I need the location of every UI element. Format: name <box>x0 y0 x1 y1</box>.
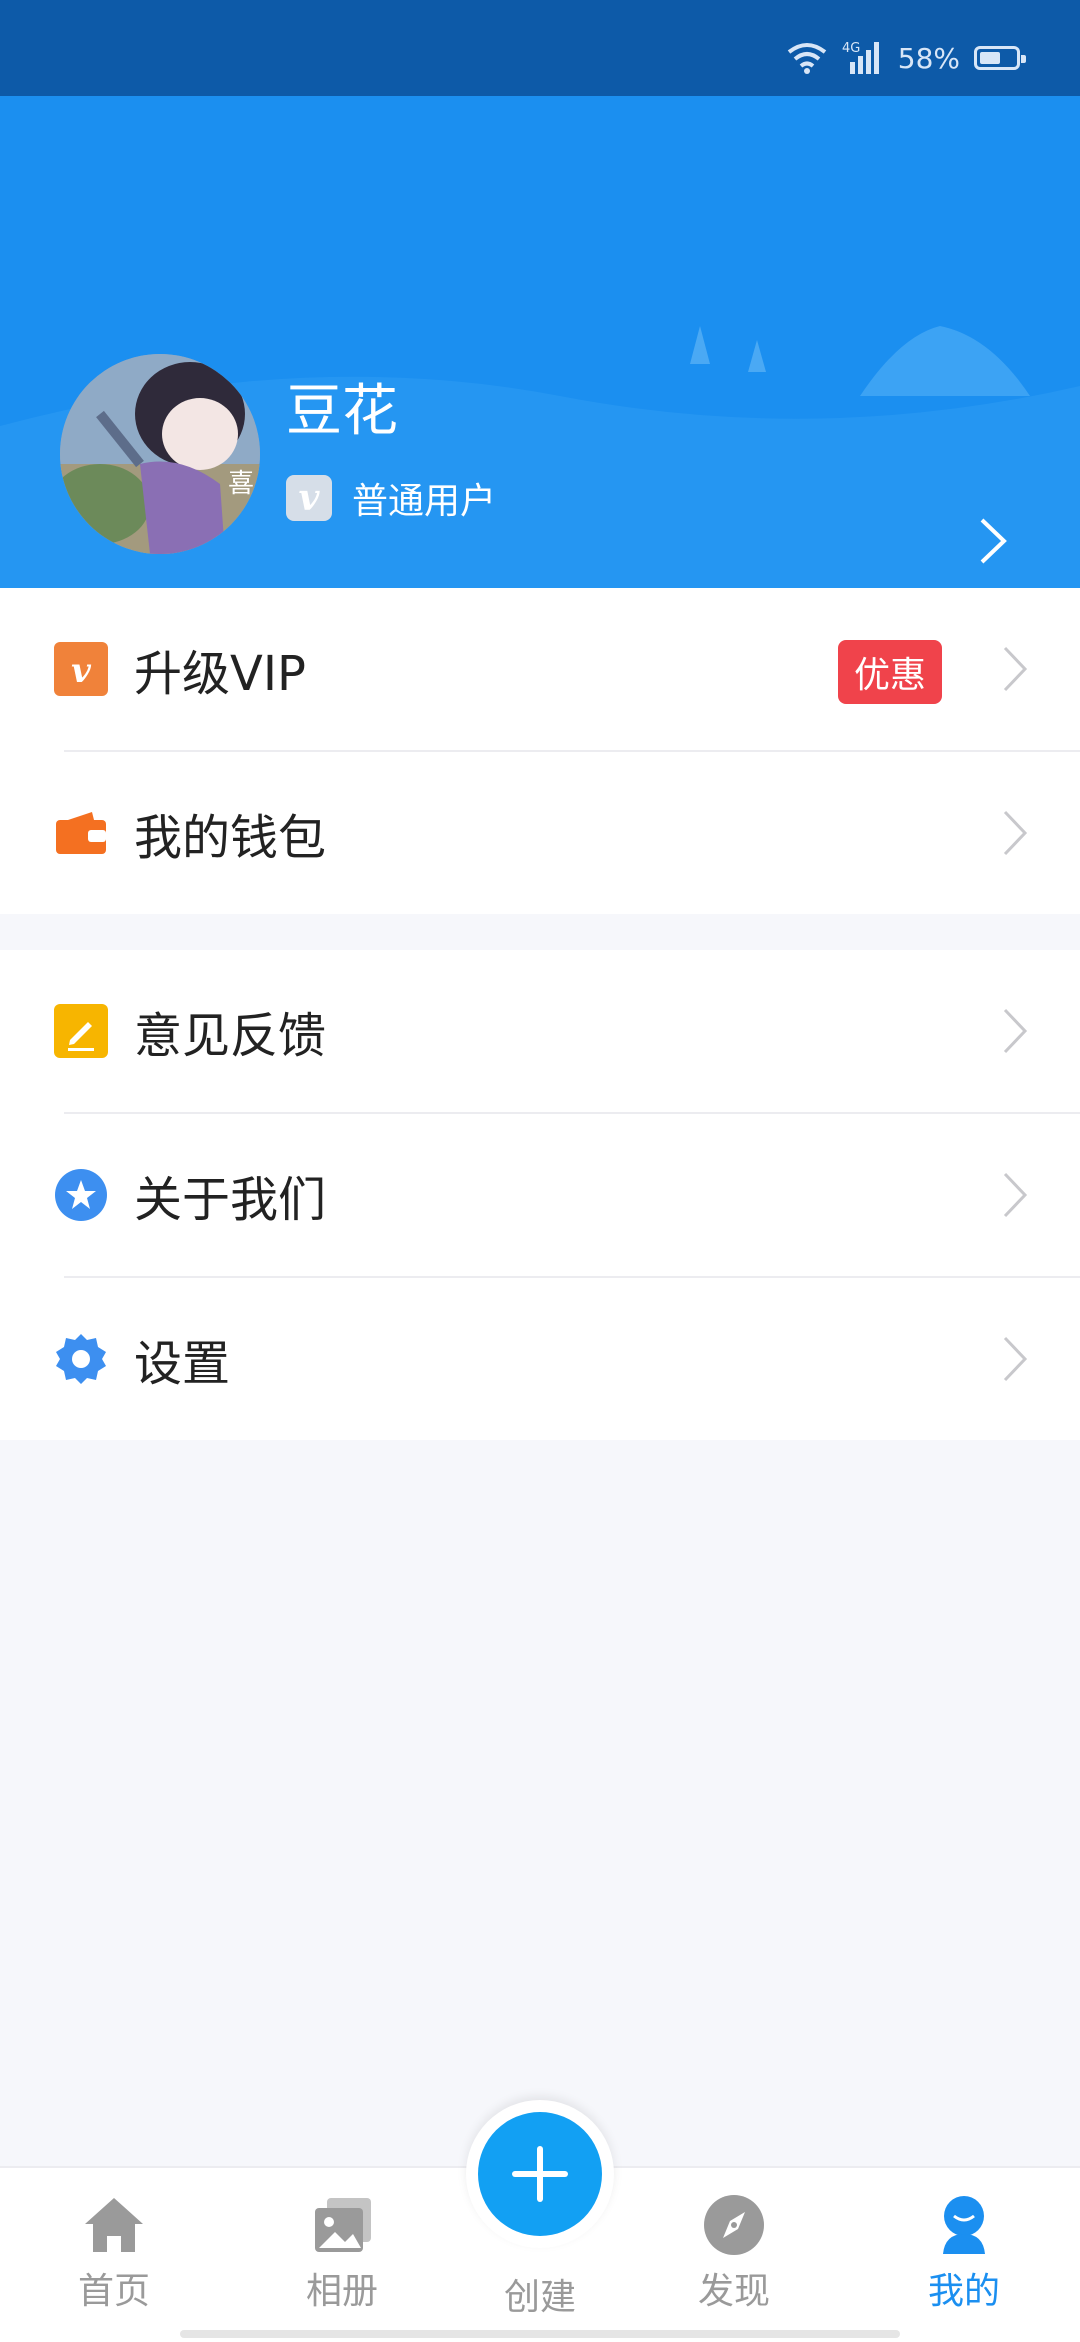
home-icon <box>85 2198 143 2252</box>
chevron-right-icon <box>1003 1172 1028 1218</box>
tab-discover[interactable]: 发现 <box>654 2192 814 2314</box>
menu-item-label: 关于我们 <box>134 1172 327 1228</box>
star-icon <box>55 1169 107 1221</box>
profile-header[interactable]: 喜 豆花 v 普通用户 <box>0 96 1080 588</box>
menu-item-label: 升级VIP <box>134 646 306 702</box>
create-button[interactable] <box>478 2112 602 2236</box>
album-icon <box>315 2198 371 2252</box>
tab-label: 发现 <box>697 2271 770 2312</box>
avatar[interactable]: 喜 <box>60 354 260 554</box>
cellular-signal-icon: 4G <box>842 41 879 74</box>
tab-label: 我的 <box>927 2271 1000 2312</box>
menu-item-label: 设置 <box>134 1336 231 1392</box>
vip-icon: v <box>54 642 108 696</box>
chevron-right-icon <box>1003 646 1028 692</box>
tab-label: 首页 <box>77 2271 150 2312</box>
menu-item-about-us[interactable]: 关于我们 <box>0 1114 1080 1276</box>
plus-icon <box>512 2146 568 2202</box>
home-indicator <box>180 2330 900 2338</box>
user-icon <box>943 2196 985 2254</box>
member-badge-icon: v <box>286 475 332 521</box>
menu-item-feedback[interactable]: 意见反馈 <box>0 950 1080 1112</box>
create-label: 创建 <box>503 2277 576 2318</box>
menu-item-settings[interactable]: 设置 <box>0 1278 1080 1440</box>
status-bar: 4G 58% <box>0 0 1080 96</box>
chevron-right-icon[interactable] <box>978 516 1008 566</box>
status-icons: 4G 58% <box>786 40 1026 76</box>
network-type-label: 4G <box>842 41 860 56</box>
chevron-right-icon <box>1003 1008 1028 1054</box>
menu-group-account: v 升级VIP 优惠 我的钱包 <box>0 588 1080 914</box>
compass-icon <box>704 2195 764 2255</box>
tab-label: 相册 <box>305 2271 378 2312</box>
member-level: v 普通用户 <box>286 472 496 524</box>
chevron-right-icon <box>1003 1336 1028 1382</box>
gear-icon <box>56 1334 106 1384</box>
tab-home[interactable]: 首页 <box>34 2192 194 2314</box>
wifi-icon <box>787 43 826 74</box>
promo-badge: 优惠 <box>837 640 942 704</box>
battery-icon <box>974 46 1026 70</box>
avatar-caption: 喜 <box>228 469 254 499</box>
tab-album[interactable]: 相册 <box>262 2192 422 2314</box>
wallet-icon <box>56 812 106 854</box>
battery-percent: 58% <box>897 41 960 75</box>
menu-group-general: 意见反馈 关于我们 设置 <box>0 950 1080 1440</box>
chevron-right-icon <box>1003 810 1028 856</box>
menu-item-label: 意见反馈 <box>134 1008 327 1064</box>
member-level-label: 普通用户 <box>352 481 497 522</box>
menu-item-upgrade-vip[interactable]: v 升级VIP 优惠 <box>0 588 1080 750</box>
tab-mine[interactable]: 我的 <box>884 2192 1044 2314</box>
feedback-edit-icon <box>54 1004 108 1058</box>
username: 豆花 <box>286 379 398 444</box>
menu-item-wallet[interactable]: 我的钱包 <box>0 752 1080 914</box>
svg-text:v: v <box>71 651 92 691</box>
menu-item-label: 我的钱包 <box>134 810 327 866</box>
avatar-image: 喜 <box>60 354 260 554</box>
